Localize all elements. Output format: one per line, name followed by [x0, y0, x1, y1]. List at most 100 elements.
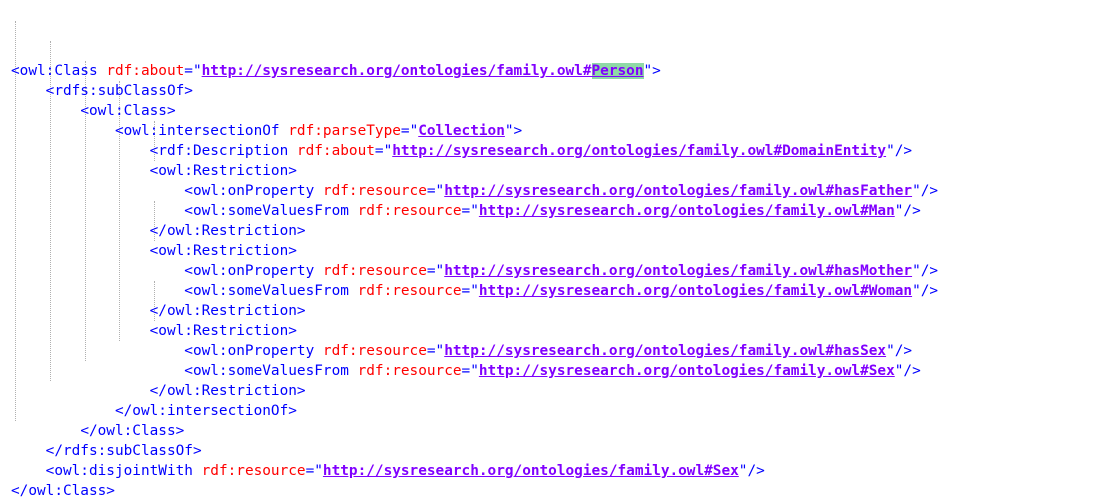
code-line: <rdf:Description rdf:about="http://sysre…: [11, 141, 938, 161]
tag-open: <owl:onProperty: [184, 183, 315, 199]
attribute-name: rdf:about: [106, 63, 185, 79]
code-line: <owl:Class>: [11, 101, 938, 121]
attr-space: [98, 63, 107, 79]
attribute-equals: =": [426, 183, 445, 199]
tag-open: <owl:someValuesFrom: [184, 283, 349, 299]
attribute-value-text: http://sysresearch.org/ontologies/family…: [392, 143, 887, 159]
code-line: </owl:intersectionOf>: [11, 401, 938, 421]
attribute-equals: =": [461, 203, 479, 219]
tag-open: <rdfs:subClassOf>: [45, 83, 193, 99]
attribute-value[interactable]: http://sysresearch.org/ontologies/family…: [444, 263, 912, 279]
attribute-equals: =": [461, 283, 479, 299]
attr-space: [349, 203, 358, 219]
attribute-value-text: http://sysresearch.org/ontologies/family…: [478, 203, 895, 219]
attribute-value-text: http://sysresearch.org/ontologies/family…: [322, 463, 739, 479]
attribute-equals: =": [184, 63, 202, 79]
attribute-equals: =": [426, 343, 445, 359]
code-line: </owl:Restriction>: [11, 221, 938, 241]
code-line: <owl:Class rdf:about="http://sysresearch…: [11, 61, 938, 81]
attribute-value[interactable]: http://sysresearch.org/ontologies/family…: [444, 343, 886, 359]
tag-open: </owl:Class>: [80, 423, 185, 439]
attr-space: [314, 343, 323, 359]
attribute-value[interactable]: http://sysresearch.org/ontologies/family…: [479, 283, 912, 299]
tag-open: </owl:Restriction>: [149, 303, 306, 319]
code-line: <owl:onProperty rdf:resource="http://sys…: [11, 181, 938, 201]
tag-close: ">: [504, 123, 523, 139]
tag-close: "/>: [886, 343, 913, 359]
attr-space: [193, 463, 202, 479]
attr-space: [288, 143, 297, 159]
code-line: <owl:onProperty rdf:resource="http://sys…: [11, 341, 938, 361]
code-line: <owl:Restriction>: [11, 321, 938, 341]
tag-open: <owl:onProperty: [184, 343, 315, 359]
attribute-value[interactable]: Collection: [418, 123, 505, 139]
attribute-value[interactable]: http://sysresearch.org/ontologies/family…: [479, 203, 895, 219]
attr-space: [349, 363, 358, 379]
tag-open: <owl:someValuesFrom: [184, 363, 349, 379]
attr-space: [280, 123, 289, 139]
tag-open: <owl:Class: [11, 63, 98, 79]
code-line: </owl:Restriction>: [11, 301, 938, 321]
attribute-value-text: http://sysresearch.org/ontologies/family…: [444, 263, 913, 279]
tag-open: <owl:someValuesFrom: [184, 203, 349, 219]
tag-open: </owl:intersectionOf>: [114, 403, 297, 419]
attribute-name: rdf:resource: [357, 363, 462, 379]
tag-open: <owl:Restriction>: [149, 323, 297, 339]
tag-open: </owl:Class>: [11, 483, 115, 499]
code-line: <rdfs:subClassOf>: [11, 81, 938, 101]
attribute-value-text: http://sysresearch.org/ontologies/family…: [444, 343, 887, 359]
attribute-value[interactable]: http://sysresearch.org/ontologies/family…: [444, 183, 912, 199]
tag-open: </rdfs:subClassOf>: [45, 443, 202, 459]
attribute-name: rdf:about: [296, 143, 375, 159]
attribute-value-highlight: Person: [591, 63, 644, 79]
attribute-equals: =": [374, 143, 393, 159]
attribute-name: rdf:resource: [322, 263, 427, 279]
code-line: </owl:Class>: [11, 421, 938, 441]
attribute-value[interactable]: http://sysresearch.org/ontologies/family…: [392, 143, 886, 159]
attribute-name: rdf:resource: [322, 183, 427, 199]
tag-open: <rdf:Description: [149, 143, 289, 159]
code-line: <owl:someValuesFrom rdf:resource="http:/…: [11, 201, 938, 221]
tag-open: <owl:disjointWith: [45, 463, 193, 479]
tag-close: "/>: [886, 143, 913, 159]
code-line: <owl:Restriction>: [11, 161, 938, 181]
tag-close: "/>: [738, 463, 765, 479]
attribute-name: rdf:parseType: [288, 123, 401, 139]
code-text[interactable]: <owl:Class rdf:about="http://sysresearch…: [11, 1, 938, 501]
attribute-name: rdf:resource: [201, 463, 306, 479]
tag-open: <owl:Class>: [80, 103, 176, 119]
attribute-value[interactable]: http://sysresearch.org/ontologies/family…: [479, 363, 895, 379]
tag-open: </owl:Restriction>: [149, 383, 306, 399]
attribute-equals: =": [461, 363, 479, 379]
attribute-value-text: http://sysresearch.org/ontologies/family…: [478, 363, 895, 379]
code-line: <owl:someValuesFrom rdf:resource="http:/…: [11, 281, 938, 301]
tag-open: <owl:intersectionOf: [114, 123, 280, 139]
attribute-value[interactable]: http://sysresearch.org/ontologies/family…: [202, 63, 644, 79]
tag-close: "/>: [912, 183, 939, 199]
attr-space: [314, 183, 323, 199]
tag-close: "/>: [912, 283, 939, 299]
attribute-value-text: Collection: [418, 123, 505, 139]
attribute-equals: =": [400, 123, 419, 139]
tag-close: "/>: [894, 203, 921, 219]
attr-space: [349, 283, 358, 299]
tag-open: <owl:Restriction>: [149, 243, 297, 259]
attribute-value[interactable]: http://sysresearch.org/ontologies/family…: [323, 463, 739, 479]
code-line: <owl:someValuesFrom rdf:resource="http:/…: [11, 361, 938, 381]
attribute-name: rdf:resource: [357, 283, 462, 299]
attribute-name: rdf:resource: [322, 343, 427, 359]
code-line: <owl:onProperty rdf:resource="http://sys…: [11, 261, 938, 281]
